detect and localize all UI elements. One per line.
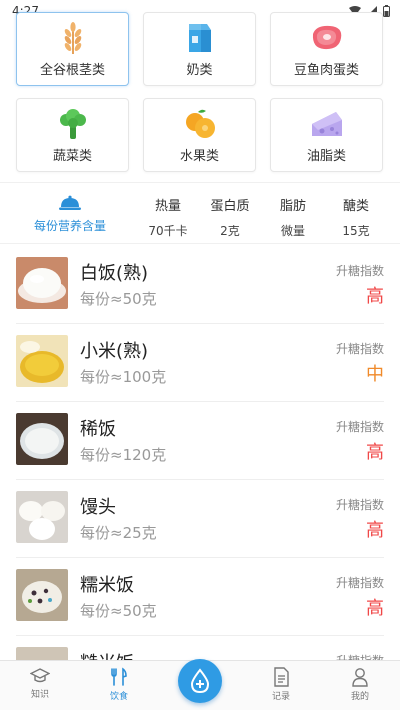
category-fats[interactable]: 油脂类: [270, 98, 383, 172]
nav-label: 知识: [30, 690, 49, 700]
gi-value: 高: [366, 520, 384, 541]
gi-value: 高: [366, 442, 384, 463]
food-item[interactable]: 稀饭 每份≈120克 升糖指数 高: [16, 402, 384, 480]
gi-label: 升糖指数: [335, 420, 384, 434]
category-label: 蔬菜类: [52, 148, 92, 164]
category-grains[interactable]: 全谷根茎类: [16, 12, 129, 86]
cheese-icon: [310, 107, 344, 141]
broccoli-icon: [56, 107, 90, 141]
add-record-button[interactable]: [178, 659, 222, 703]
gi-value: 中: [366, 364, 384, 385]
meat-icon: [310, 21, 344, 55]
food-portion: 每份≈50克: [80, 290, 157, 308]
nutrient-value: 2克: [220, 224, 240, 238]
category-vegetables[interactable]: 蔬菜类: [16, 98, 129, 172]
food-portion: 每份≈120克: [80, 446, 167, 464]
gi-label: 升糖指数: [335, 576, 384, 590]
nutrient-carbs: 醣类 15克: [326, 195, 386, 239]
nutrient-value: 70千卡: [148, 224, 188, 238]
category-label: 全谷根茎类: [39, 62, 105, 78]
food-photo-millet: [16, 335, 68, 387]
nutrient-name: 热量: [154, 199, 181, 214]
category-label: 奶类: [186, 62, 213, 78]
nav-knowledge[interactable]: 知识: [10, 667, 70, 700]
food-photo-glutinous-rice: [16, 569, 68, 621]
food-name: 白饭(熟): [80, 263, 149, 284]
food-item[interactable]: 小米(熟) 每份≈100克 升糖指数 中: [16, 324, 384, 402]
food-name: 馒头: [80, 497, 116, 518]
gi-label: 升糖指数: [335, 264, 384, 278]
food-item[interactable]: 馒头 每份≈25克 升糖指数 高: [16, 480, 384, 558]
nutrient-name: 醣类: [342, 199, 369, 214]
category-label: 豆鱼肉蛋类: [293, 62, 359, 78]
nav-label: 记录: [271, 692, 290, 702]
nutrition-panel: 每份营养含量 热量 70千卡 蛋白质 2克 脂肪 微量 醣类 15克: [0, 182, 400, 244]
food-list: 白饭(熟) 每份≈50克 升糖指数 高 小米(熟) 每份≈100克 升糖指数 中…: [0, 246, 400, 710]
nutrient-name: 脂肪: [279, 199, 306, 214]
milk-carton-icon: [183, 21, 217, 55]
battery-icon: [383, 5, 390, 17]
nutrient-fat: 脂肪 微量: [263, 195, 323, 239]
food-photo-congee: [16, 413, 68, 465]
category-label: 水果类: [179, 148, 219, 164]
wheat-icon: [56, 21, 90, 55]
food-photo-rice: [16, 257, 68, 309]
nutrient-value: 15克: [342, 224, 370, 238]
food-portion: 每份≈25克: [80, 524, 157, 542]
nutrient-calories: 热量 70千卡: [138, 195, 198, 239]
nav-diet[interactable]: 饮食: [89, 667, 149, 702]
category-fruit[interactable]: 水果类: [143, 98, 256, 172]
food-portion: 每份≈100克: [80, 368, 167, 386]
food-name: 小米(熟): [80, 341, 149, 362]
category-grid: 全谷根茎类 奶类 豆鱼肉蛋类 蔬菜类 水果类 油脂类: [16, 12, 384, 172]
food-item[interactable]: 白饭(熟) 每份≈50克 升糖指数 高: [16, 246, 384, 324]
gi-value: 高: [366, 598, 384, 619]
nutrition-summary: 每份营养含量: [22, 195, 118, 234]
serving-dish-icon: [59, 195, 81, 210]
gi-label: 升糖指数: [335, 498, 384, 512]
person-icon: [352, 668, 368, 687]
document-icon: [274, 667, 289, 687]
food-photo-mantou: [16, 491, 68, 543]
nav-profile[interactable]: 我的: [330, 667, 390, 702]
food-item[interactable]: 糯米饭 每份≈50克 升糖指数 高: [16, 558, 384, 636]
food-portion: 每份≈50克: [80, 602, 157, 620]
nav-records[interactable]: 记录: [251, 667, 311, 702]
food-name: 糯米饭: [80, 575, 134, 596]
gi-label: 升糖指数: [335, 342, 384, 356]
fork-knife-icon: [111, 667, 127, 686]
graduation-cap-icon: [30, 668, 50, 683]
category-milk[interactable]: 奶类: [143, 12, 256, 86]
nav-label: 饮食: [109, 692, 128, 702]
category-protein[interactable]: 豆鱼肉蛋类: [270, 12, 383, 86]
nav-label: 我的: [350, 692, 369, 702]
food-name: 稀饭: [80, 419, 116, 440]
nutrient-name: 蛋白质: [210, 199, 250, 214]
nutrition-title: 每份营养含量: [33, 219, 106, 233]
droplet-plus-icon: [190, 668, 210, 694]
gi-value: 高: [366, 286, 384, 307]
nutrient-protein: 蛋白质 2克: [200, 195, 260, 239]
category-label: 油脂类: [306, 148, 346, 164]
nutrient-value: 微量: [280, 224, 305, 238]
orange-icon: [183, 107, 217, 141]
